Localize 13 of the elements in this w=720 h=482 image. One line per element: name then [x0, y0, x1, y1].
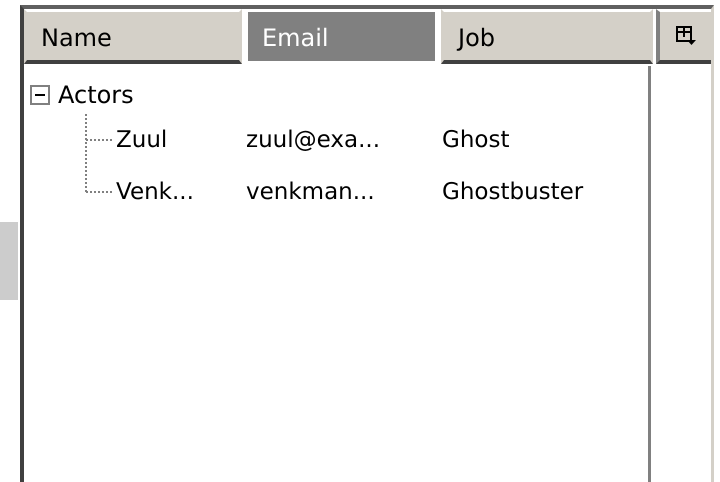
column-chooser-icon: [674, 25, 696, 47]
table-cell-text: Ghostbuster: [442, 179, 584, 205]
column-chooser-button[interactable]: [656, 9, 711, 64]
collapse-icon[interactable]: [30, 85, 50, 105]
table-cell-text: Zuul: [116, 127, 168, 153]
column-header[interactable]: Job: [441, 9, 653, 64]
tree-group-label[interactable]: Actors: [58, 81, 134, 109]
table-cell-text: venkman...: [246, 179, 376, 205]
table-cell-text: zuul@exa...: [246, 127, 382, 153]
column-header[interactable]: Email: [245, 9, 438, 64]
column-header[interactable]: Name: [24, 9, 242, 64]
table-cell-text: Venk...: [116, 179, 195, 205]
table-cell-text: Ghost: [442, 127, 510, 153]
